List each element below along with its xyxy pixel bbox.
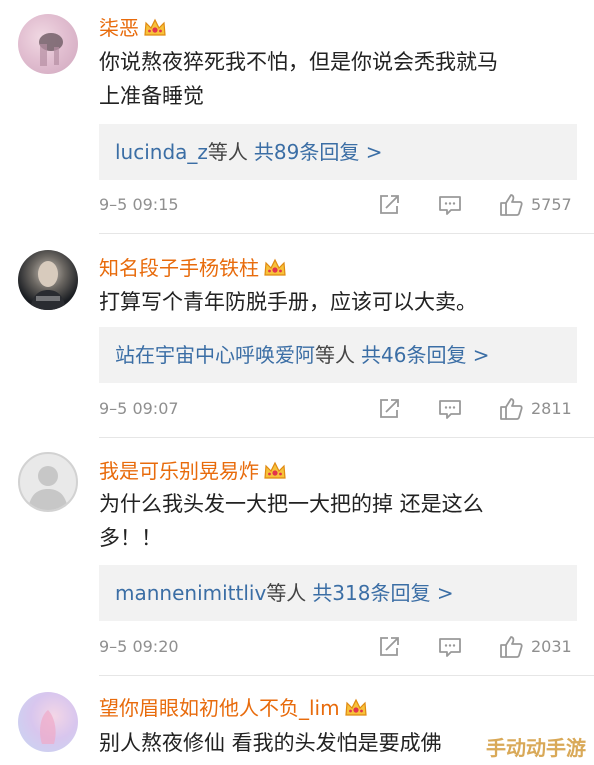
replies-box[interactable]: lucinda_z等人 共89条回复 > xyxy=(99,124,577,180)
thumbs-up-icon[interactable] xyxy=(498,192,524,218)
comment-line: 打算写个青年防脱手册，应该可以大卖。 xyxy=(99,290,477,314)
reply-names[interactable]: lucinda_z xyxy=(115,140,208,164)
divider xyxy=(99,437,594,438)
username-text[interactable]: 望你眉眼如初他人不负_lim xyxy=(99,696,340,720)
reply-count-link[interactable]: 共318条回复 > xyxy=(312,581,453,605)
comment-text: 打算写个青年防脱手册，应该可以大卖。 xyxy=(99,285,569,319)
comment-icon[interactable] xyxy=(437,192,463,218)
like-count: 2811 xyxy=(531,399,572,418)
comment-icon[interactable] xyxy=(437,634,463,660)
replies-box[interactable]: 站在宇宙中心呼唤爱阿等人 共46条回复 > xyxy=(99,327,577,383)
username-text[interactable]: 我是可乐别晃易炸 xyxy=(99,459,259,483)
comment-line: 多！！ xyxy=(99,526,162,550)
reply-names[interactable]: 站在宇宙中心呼唤爱阿 xyxy=(115,343,315,367)
crown-badge-icon xyxy=(143,18,167,38)
divider xyxy=(99,233,594,234)
reply-count-link[interactable]: 共46条回复 > xyxy=(361,343,490,367)
timestamp: 9–5 09:15 xyxy=(99,195,179,214)
like-count: 5757 xyxy=(531,195,572,214)
username[interactable]: 望你眉眼如初他人不负_lim xyxy=(99,692,368,721)
comment-meta: 9–5 09:20 2031 xyxy=(0,632,594,662)
avatar[interactable] xyxy=(18,692,78,752)
thumbs-up-icon[interactable] xyxy=(498,396,524,422)
crown-badge-icon xyxy=(344,698,368,718)
comment-line: 为什么我头发一大把一大把的掉 还是这么 xyxy=(99,492,484,516)
avatar[interactable] xyxy=(18,452,78,512)
reply-count-link[interactable]: 共89条回复 > xyxy=(254,140,383,164)
avatar[interactable] xyxy=(18,14,78,74)
comment-line: 你说熬夜猝死我不怕，但是你说会秃我就马 xyxy=(99,50,498,74)
reply-names[interactable]: mannenimittliv xyxy=(115,581,266,605)
reply-mid: 等人 xyxy=(207,140,248,164)
username[interactable]: 柒恶 xyxy=(99,12,167,41)
like-count: 2031 xyxy=(531,637,572,656)
replies-box[interactable]: mannenimittliv等人 共318条回复 > xyxy=(99,565,577,621)
username[interactable]: 我是可乐别晃易炸 xyxy=(99,455,287,484)
username[interactable]: 知名段子手杨铁柱 xyxy=(99,252,287,281)
comment-meta: 9–5 09:15 5757 xyxy=(0,190,594,220)
comment-text: 为什么我头发一大把一大把的掉 还是这么 多！！ xyxy=(99,487,569,555)
timestamp: 9–5 09:20 xyxy=(99,637,179,656)
share-icon[interactable] xyxy=(376,396,402,422)
watermark: 手动动手游 xyxy=(486,736,586,760)
comment-text: 你说熬夜猝死我不怕，但是你说会秃我就马 上准备睡觉 xyxy=(99,45,569,113)
reply-mid: 等人 xyxy=(315,343,355,367)
avatar[interactable] xyxy=(18,250,78,310)
reply-mid: 等人 xyxy=(266,581,307,605)
comment-icon[interactable] xyxy=(437,396,463,422)
crown-badge-icon xyxy=(263,258,287,278)
crown-badge-icon xyxy=(263,461,287,481)
thumbs-up-icon[interactable] xyxy=(498,634,524,660)
share-icon[interactable] xyxy=(376,634,402,660)
username-text[interactable]: 知名段子手杨铁柱 xyxy=(99,256,259,280)
comment-line: 上准备睡觉 xyxy=(99,84,204,108)
username-text[interactable]: 柒恶 xyxy=(99,16,139,40)
timestamp: 9–5 09:07 xyxy=(99,399,179,418)
share-icon[interactable] xyxy=(376,192,402,218)
divider xyxy=(99,675,594,676)
comment-meta: 9–5 09:07 2811 xyxy=(0,394,594,424)
